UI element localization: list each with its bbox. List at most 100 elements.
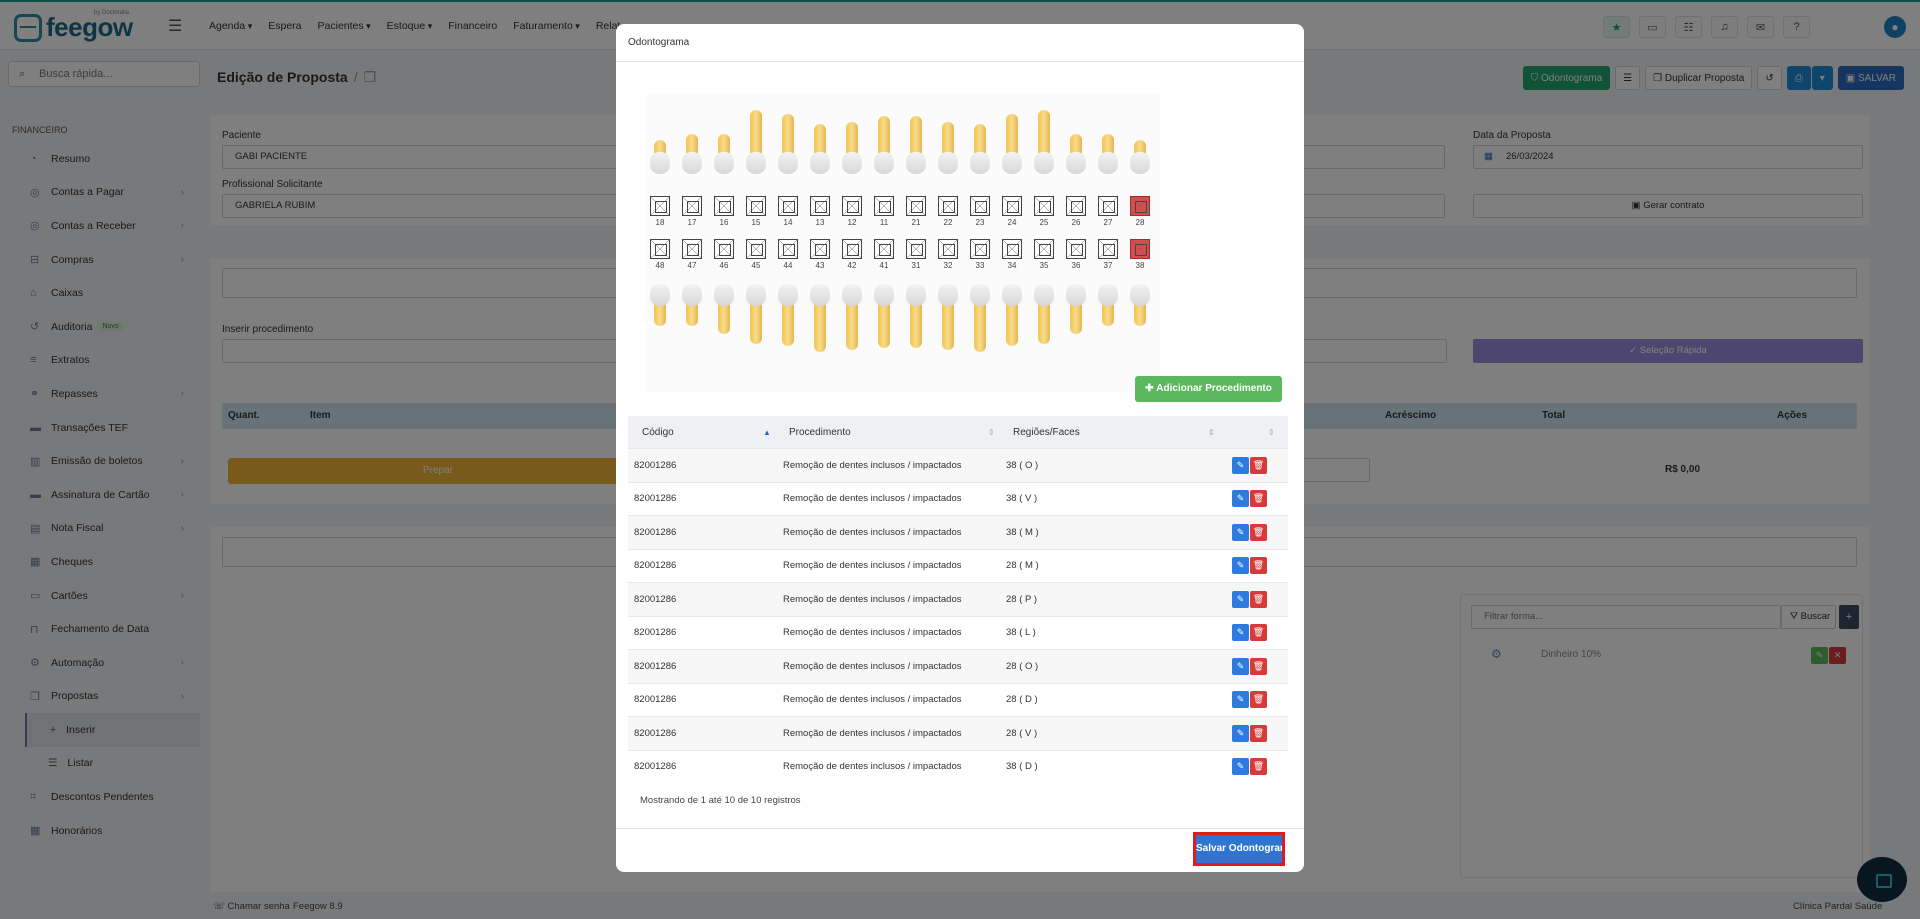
tooth-crown: [714, 284, 734, 306]
tooth-41[interactable]: [874, 284, 894, 348]
edit-row-button[interactable]: ✎: [1232, 456, 1249, 474]
tooth-face-diagram-38[interactable]: [1130, 239, 1150, 259]
delete-row-button[interactable]: 🗑: [1250, 557, 1267, 575]
tooth-31[interactable]: [906, 284, 926, 348]
tooth-face-diagram-37[interactable]: [1098, 239, 1118, 259]
tooth-face-diagram-14[interactable]: [778, 196, 798, 216]
tooth-face-diagram-35[interactable]: [1034, 239, 1054, 259]
tooth-37[interactable]: [1098, 284, 1118, 326]
tooth-face-diagram-45[interactable]: [746, 239, 766, 259]
tooth-34[interactable]: [1002, 284, 1022, 346]
tooth-38[interactable]: [1130, 284, 1150, 326]
save-odontograma-button[interactable]: Salvar Odontograma: [1193, 832, 1285, 866]
edit-row-button[interactable]: ✎: [1232, 724, 1249, 742]
tooth-face-diagram-23[interactable]: [970, 196, 990, 216]
tooth-crown: [874, 152, 894, 174]
tooth-33[interactable]: [970, 284, 990, 352]
delete-row-button[interactable]: 🗑: [1250, 657, 1267, 675]
tooth-face-diagram-21[interactable]: [906, 196, 926, 216]
edit-row-button[interactable]: ✎: [1232, 624, 1249, 642]
delete-row-button[interactable]: 🗑: [1250, 624, 1267, 642]
tooth-21[interactable]: [906, 116, 926, 174]
tooth-14[interactable]: [778, 114, 798, 174]
tooth-45[interactable]: [746, 284, 766, 344]
tooth-face-diagram-31[interactable]: [906, 239, 926, 259]
delete-row-button[interactable]: 🗑: [1250, 590, 1267, 608]
col-regioes[interactable]: Regiões/Faces: [1013, 427, 1080, 438]
col-codigo[interactable]: Código: [642, 427, 674, 438]
tooth-face-diagram-24[interactable]: [1002, 196, 1022, 216]
edit-row-button[interactable]: ✎: [1232, 490, 1249, 508]
tooth-face-diagram-44[interactable]: [778, 239, 798, 259]
tooth-number: 35: [1039, 261, 1049, 270]
tooth-47[interactable]: [682, 284, 702, 326]
tooth-12[interactable]: [842, 122, 862, 174]
tooth-35[interactable]: [1034, 284, 1054, 344]
tooth-face-diagram-34[interactable]: [1002, 239, 1022, 259]
tooth-48[interactable]: [650, 284, 670, 326]
tooth-face-diagram-48[interactable]: [650, 239, 670, 259]
add-procedure-button[interactable]: ✚ Adicionar Procedimento: [1135, 376, 1282, 402]
tooth-number: 48: [655, 261, 665, 270]
tooth-face-diagram-16[interactable]: [714, 196, 734, 216]
tooth-face-diagram-12[interactable]: [842, 196, 862, 216]
tooth-32[interactable]: [938, 284, 958, 350]
tooth-face-diagram-47[interactable]: [682, 239, 702, 259]
tooth-face-diagram-33[interactable]: [970, 239, 990, 259]
tooth-face-diagram-46[interactable]: [714, 239, 734, 259]
tooth-face-diagram-25[interactable]: [1034, 196, 1054, 216]
tooth-face-diagram-22[interactable]: [938, 196, 958, 216]
tooth-11[interactable]: [874, 116, 894, 174]
tooth-46[interactable]: [714, 284, 734, 334]
tooth-23[interactable]: [970, 124, 990, 174]
sort-icon[interactable]: ⇕: [988, 428, 995, 437]
delete-row-button[interactable]: 🗑: [1250, 724, 1267, 742]
tooth-face-diagram-27[interactable]: [1098, 196, 1118, 216]
tooth-face-diagram-41[interactable]: [874, 239, 894, 259]
tooth-13[interactable]: [810, 124, 830, 174]
tooth-crown: [714, 152, 734, 174]
tooth-43[interactable]: [810, 284, 830, 352]
tooth-27[interactable]: [1098, 134, 1118, 174]
delete-row-button[interactable]: 🗑: [1250, 523, 1267, 541]
tooth-22[interactable]: [938, 122, 958, 174]
tooth-16[interactable]: [714, 134, 734, 174]
tooth-face-diagram-36[interactable]: [1066, 239, 1086, 259]
tooth-face-diagram-28[interactable]: [1130, 196, 1150, 216]
sort-icon[interactable]: ⇕: [1268, 428, 1275, 437]
sort-icon[interactable]: ⇕: [1208, 428, 1215, 437]
tooth-face-diagram-18[interactable]: [650, 196, 670, 216]
tooth-face-diagram-43[interactable]: [810, 239, 830, 259]
tooth-36[interactable]: [1066, 284, 1086, 334]
delete-row-button[interactable]: 🗑: [1250, 691, 1267, 709]
tooth-44[interactable]: [778, 284, 798, 346]
tooth-face-diagram-32[interactable]: [938, 239, 958, 259]
tooth-face-diagram-42[interactable]: [842, 239, 862, 259]
tooth-18[interactable]: [650, 140, 670, 174]
edit-row-button[interactable]: ✎: [1232, 523, 1249, 541]
sort-asc-icon[interactable]: ▲: [763, 428, 771, 437]
tooth-crown: [1034, 152, 1054, 174]
tooth-number: 32: [943, 261, 953, 270]
tooth-face-diagram-17[interactable]: [682, 196, 702, 216]
tooth-face-diagram-11[interactable]: [874, 196, 894, 216]
edit-row-button[interactable]: ✎: [1232, 557, 1249, 575]
edit-row-button[interactable]: ✎: [1232, 758, 1249, 776]
delete-row-button[interactable]: 🗑: [1250, 490, 1267, 508]
tooth-face-diagram-13[interactable]: [810, 196, 830, 216]
col-procedimento[interactable]: Procedimento: [789, 427, 851, 438]
tooth-face-diagram-26[interactable]: [1066, 196, 1086, 216]
edit-row-button[interactable]: ✎: [1232, 691, 1249, 709]
tooth-15[interactable]: [746, 110, 766, 174]
tooth-25[interactable]: [1034, 110, 1054, 174]
tooth-28[interactable]: [1130, 140, 1150, 174]
delete-row-button[interactable]: 🗑: [1250, 456, 1267, 474]
edit-row-button[interactable]: ✎: [1232, 590, 1249, 608]
tooth-26[interactable]: [1066, 134, 1086, 174]
edit-row-button[interactable]: ✎: [1232, 657, 1249, 675]
delete-row-button[interactable]: 🗑: [1250, 758, 1267, 776]
tooth-42[interactable]: [842, 284, 862, 350]
tooth-17[interactable]: [682, 134, 702, 174]
tooth-24[interactable]: [1002, 114, 1022, 174]
tooth-face-diagram-15[interactable]: [746, 196, 766, 216]
